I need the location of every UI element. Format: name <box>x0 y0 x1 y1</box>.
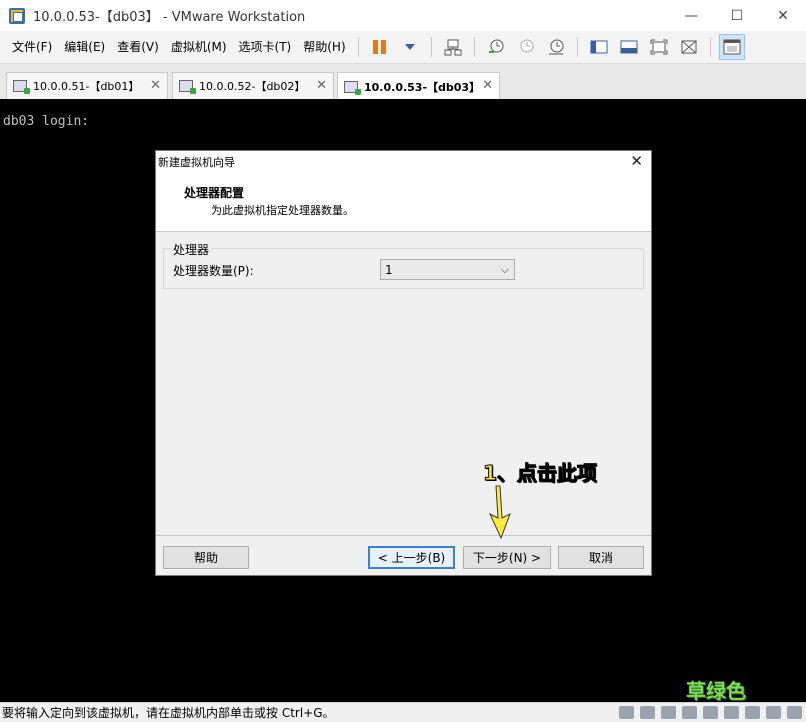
thumbnail-icon <box>620 40 638 54</box>
console-login-prompt: db03 login: <box>3 114 90 129</box>
processor-group: 处理器 处理器数量(P): 1 ⌵ <box>163 241 644 289</box>
hard-disk-icon[interactable] <box>619 706 634 719</box>
vm-icon <box>344 80 361 95</box>
vmware-app-icon <box>9 7 25 24</box>
network-icon <box>444 39 462 56</box>
tab-db03[interactable]: 10.0.0.53-【db03】 ✕ <box>337 72 500 100</box>
send-ctrl-alt-del-button[interactable] <box>440 34 466 60</box>
tab-label: 10.0.0.52-【db02】 <box>199 80 306 93</box>
fullscreen-icon <box>650 39 668 55</box>
menu-view[interactable]: 查看(V) <box>111 31 165 64</box>
maximize-button[interactable]: ☐ <box>714 0 760 31</box>
chevron-down-icon <box>404 44 415 50</box>
console-view-icon <box>723 39 741 55</box>
menu-edit[interactable]: 编辑(E) <box>58 31 111 64</box>
next-button[interactable]: 下一步(N) > <box>463 546 551 569</box>
snapshot-manager-button[interactable] <box>543 34 569 60</box>
new-vm-wizard-dialog: 新建虚拟机向导 ✕ 处理器配置 为此虚拟机指定处理器数量。 处理器 处理器数量(… <box>155 150 652 576</box>
menu-file[interactable]: 文件(F) <box>6 31 58 64</box>
unity-icon <box>681 40 697 54</box>
usb-icon[interactable] <box>703 706 718 719</box>
vm-icon <box>179 80 196 94</box>
minimize-button[interactable]: — <box>668 0 714 31</box>
processor-count-select[interactable]: 1 ⌵ <box>380 259 515 280</box>
display-icon[interactable] <box>766 706 781 719</box>
network-adapter-icon[interactable] <box>682 706 697 719</box>
back-button[interactable]: < 上一步(B) <box>368 546 455 569</box>
thumbnail-bar-button[interactable] <box>616 34 642 60</box>
dialog-title-bar: 新建虚拟机向导 ✕ <box>156 151 651 173</box>
pause-button[interactable] <box>367 34 393 60</box>
watermark-text: 草绿色 <box>686 679 746 703</box>
menu-vm[interactable]: 虚拟机(M) <box>165 31 233 64</box>
printer-icon[interactable] <box>745 706 760 719</box>
tab-label: 10.0.0.53-【db03】 <box>364 80 481 94</box>
select-value: 1 <box>385 262 393 277</box>
status-bar: 要将输入定向到该虚拟机，请在虚拟机内部单击或按 Ctrl+G。 <box>0 702 806 722</box>
clock-icon <box>488 39 504 53</box>
toolbar-separator <box>430 37 432 57</box>
fullscreen-button[interactable] <box>646 34 672 60</box>
show-library-button[interactable] <box>586 34 612 60</box>
toolbar-separator <box>576 37 578 57</box>
dialog-close-button[interactable]: ✕ <box>630 152 643 170</box>
close-icon[interactable]: ✕ <box>316 78 327 93</box>
toolbar-separator <box>709 37 711 57</box>
vm-icon <box>13 80 30 94</box>
toolbar-separator <box>357 37 359 57</box>
toolbar-separator <box>473 37 475 57</box>
annotation-arrow-icon <box>488 485 511 540</box>
tutorial-annotation: 1、点击此项 <box>483 461 598 486</box>
title-bar: 10.0.0.53-【db03】 - VMware Workstation — … <box>0 0 806 31</box>
tab-db02[interactable]: 10.0.0.52-【db02】 ✕ <box>172 72 334 99</box>
dialog-title: 新建虚拟机向导 <box>158 156 235 169</box>
dialog-header-subtitle: 为此虚拟机指定处理器数量。 <box>211 204 354 217</box>
dialog-header: 处理器配置 为此虚拟机指定处理器数量。 <box>156 173 651 232</box>
tab-db01[interactable]: 10.0.0.51-【db01】 ✕ <box>6 72 168 99</box>
power-dropdown-button[interactable] <box>397 34 423 60</box>
status-text: 要将输入定向到该虚拟机，请在虚拟机内部单击或按 Ctrl+G。 <box>2 706 335 720</box>
tab-label: 10.0.0.51-【db01】 <box>33 80 140 93</box>
revert-snapshot-button[interactable] <box>513 34 539 60</box>
close-icon[interactable]: ✕ <box>482 78 493 93</box>
chevron-down-icon: ⌵ <box>500 263 509 276</box>
cd-dvd-icon[interactable] <box>661 706 676 719</box>
message-icon[interactable] <box>787 706 802 719</box>
dialog-header-title: 处理器配置 <box>184 186 245 200</box>
clock-icon <box>548 39 564 55</box>
clock-icon <box>520 39 534 53</box>
processor-count-label: 处理器数量(P): <box>173 264 254 278</box>
menu-tabs[interactable]: 选项卡(T) <box>233 31 298 64</box>
close-window-button[interactable]: ✕ <box>760 0 806 31</box>
hard-disk-icon[interactable] <box>640 706 655 719</box>
help-button[interactable]: 帮助 <box>163 546 249 569</box>
sound-icon[interactable] <box>724 706 739 719</box>
group-label: 处理器 <box>171 241 212 258</box>
pause-icon <box>373 40 387 54</box>
footer-divider <box>156 535 651 536</box>
unity-button[interactable] <box>676 34 702 60</box>
window-title: 10.0.0.53-【db03】 - VMware Workstation <box>33 10 306 25</box>
vm-tab-strip: 10.0.0.51-【db01】 ✕ 10.0.0.52-【db02】 ✕ 10… <box>0 64 806 100</box>
close-icon[interactable]: ✕ <box>150 78 161 93</box>
sidebar-icon <box>590 40 608 54</box>
cancel-button[interactable]: 取消 <box>558 546 644 569</box>
console-view-button[interactable] <box>718 34 745 60</box>
menu-toolbar: 文件(F) 编辑(E) 查看(V) 虚拟机(M) 选项卡(T) 帮助(H) <box>0 31 806 64</box>
snapshot-button[interactable] <box>483 34 509 60</box>
menu-help[interactable]: 帮助(H) <box>297 31 351 64</box>
